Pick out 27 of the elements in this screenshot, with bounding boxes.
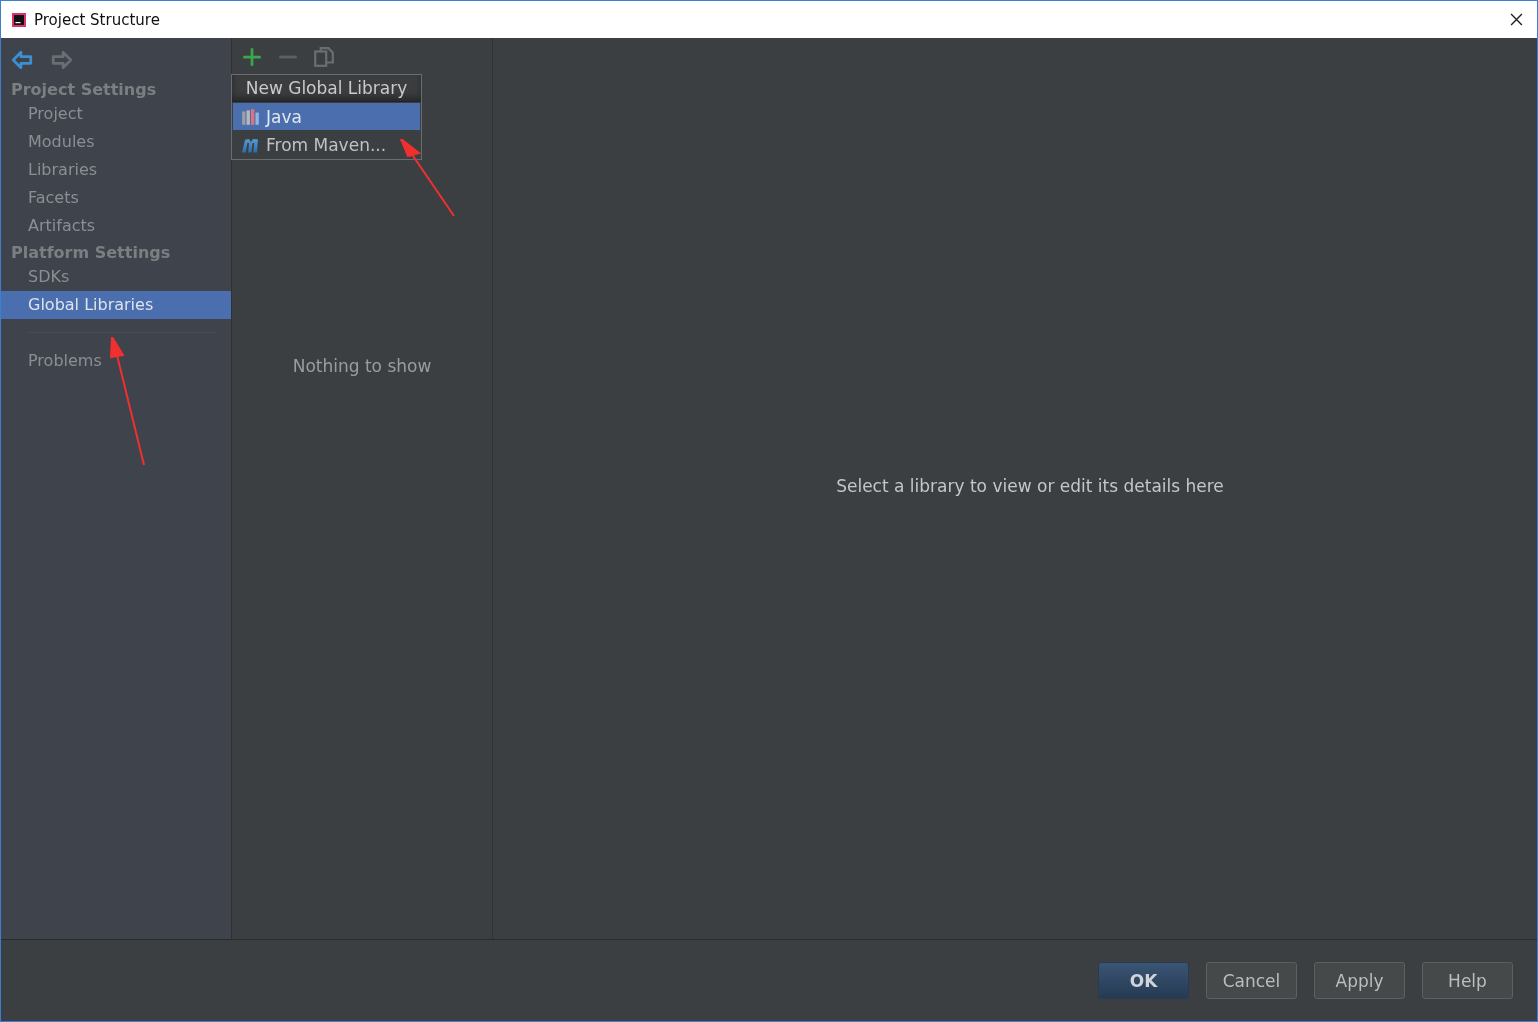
sidebar-item[interactable]: Libraries [1,156,231,184]
sidebar-item[interactable]: Modules [1,128,231,156]
menu-title: New Global Library [232,75,421,102]
dialog-button[interactable]: OK [1098,962,1189,999]
books-icon [241,107,261,126]
sidebar-item[interactable]: Artifacts [1,212,231,240]
section-header: Platform Settings [10,242,172,263]
section-header: Project Settings [10,79,158,100]
details-placeholder-text: Select a library to view or edit its details here [836,476,1224,498]
app-logo-icon [11,11,27,28]
sidebar-item[interactable]: Project [1,100,231,128]
menu-item[interactable]: Java [233,103,420,130]
sidebar-item[interactable]: Problems [1,347,231,375]
sidebar-item[interactable]: SDKs [1,263,231,291]
forward-arrow-icon[interactable] [51,49,73,71]
window-title: Project Structure [34,10,161,29]
empty-list-message: Nothing to show [292,356,432,376]
dialog-button[interactable]: Cancel [1206,962,1297,999]
copy-icon[interactable] [313,46,335,68]
menu-item[interactable]: From Maven... [233,131,420,158]
add-icon[interactable] [241,46,263,68]
dialog-button[interactable]: Help [1422,962,1513,999]
close-icon[interactable] [1510,13,1523,26]
back-arrow-icon[interactable] [11,49,33,71]
sidebar-item[interactable]: Facets [1,184,231,212]
dialog-button[interactable]: Apply [1314,962,1405,999]
sidebar-item[interactable]: Global Libraries [1,291,231,319]
